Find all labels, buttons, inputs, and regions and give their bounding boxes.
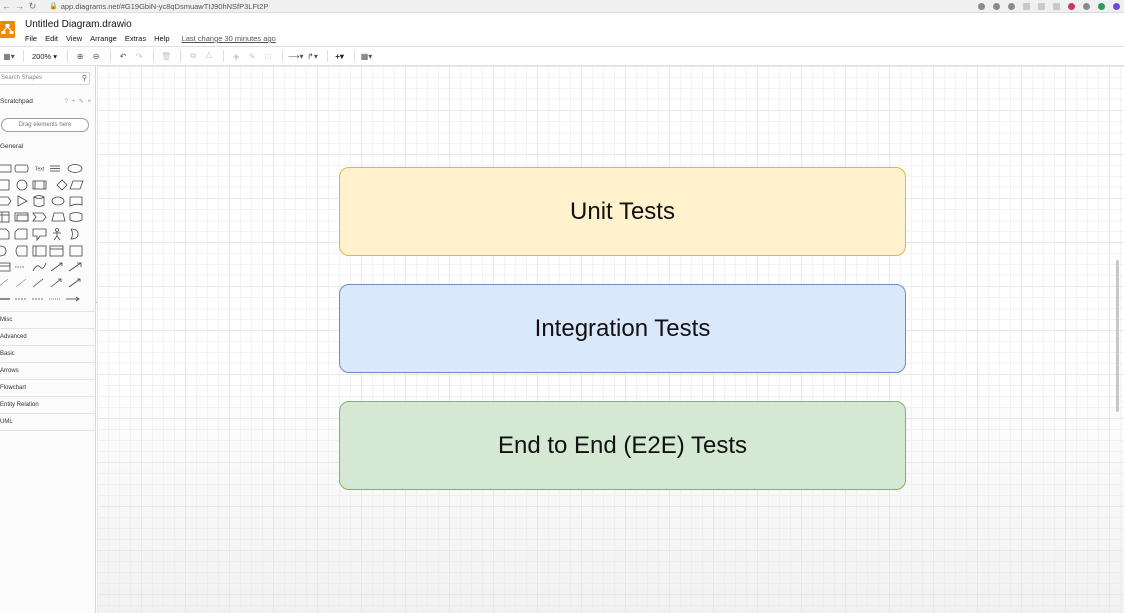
category-arrows[interactable]: Arrows: [0, 362, 95, 379]
general-section-header[interactable]: General: [0, 143, 23, 150]
address-bar[interactable]: 🔒 app.diagrams.net/#G19GbiN-yc8qDsmuawTI…: [49, 2, 978, 11]
zoom-select[interactable]: 200% ▾: [29, 49, 60, 63]
insert-icon[interactable]: +▾: [333, 49, 347, 63]
extension-icon[interactable]: [1008, 2, 1015, 10]
undo-icon[interactable]: ↶: [116, 49, 130, 63]
zoom-in-icon[interactable]: ⊕: [73, 49, 87, 63]
to-front-icon[interactable]: ⧉: [186, 49, 200, 63]
menu-arrange[interactable]: Arrange: [90, 34, 117, 43]
extension-icon[interactable]: [1113, 2, 1120, 10]
menu-edit[interactable]: Edit: [45, 34, 58, 43]
category-misc[interactable]: Misc: [0, 311, 95, 328]
extension-icon[interactable]: [1068, 2, 1075, 10]
scratchpad-dropzone[interactable]: Drag elements here: [1, 118, 89, 132]
scratchpad-title: Scratchpad: [0, 98, 33, 105]
integration-tests-label: Integration Tests: [534, 314, 711, 342]
menu-extras[interactable]: Extras: [125, 34, 146, 43]
toolbar-divider: [153, 50, 155, 62]
toolbar: ▦▾ 200% ▾ ⊕ ⊖ ↶ ↷ 🗑 ⧉ ⧊ ◈ ✎ □ ⟶▾ ↱▾ +▾ ▦…: [0, 46, 1124, 66]
diagram-canvas[interactable]: Unit Tests Integration Tests End to End …: [97, 66, 1124, 613]
toolbar-divider: [110, 50, 112, 62]
search-placeholder: Search Shapes: [1, 75, 43, 81]
toolbar-divider: [282, 50, 284, 62]
search-icon[interactable]: ⚲: [82, 73, 87, 84]
menu-file[interactable]: File: [25, 34, 37, 43]
waypoints-icon[interactable]: ↱▾: [306, 49, 320, 63]
extension-icon[interactable]: [1053, 2, 1060, 10]
vertical-scrollbar[interactable]: [1116, 260, 1119, 412]
search-input[interactable]: Search Shapes ⚲: [0, 72, 90, 85]
shapes-sidebar: Search Shapes ⚲ Scratchpad ? + ✎ × Drag …: [0, 66, 96, 613]
lock-icon: 🔒: [49, 3, 58, 10]
e2e-tests-shape[interactable]: End to End (E2E) Tests: [339, 401, 906, 490]
unit-tests-shape[interactable]: Unit Tests: [339, 167, 906, 256]
url-text: app.diagrams.net/#G19GbiN-yc8qDsmuawTIJ9…: [60, 1, 269, 11]
to-back-icon[interactable]: ⧊: [202, 49, 216, 63]
category-entity-relation[interactable]: Entity Relation: [0, 396, 95, 413]
app-header: Untitled Diagram.drawio File Edit View A…: [0, 13, 1124, 46]
download-icon[interactable]: [978, 2, 985, 10]
last-change-link[interactable]: Last change 30 minutes ago: [182, 34, 276, 43]
category-flowchart[interactable]: Flowchart: [0, 379, 95, 396]
browser-toolbar: ← → ↻ 🔒 app.diagrams.net/#G19GbiN-yc8qDs…: [0, 0, 1124, 13]
fill-color-icon[interactable]: ◈: [229, 49, 243, 63]
extension-icon[interactable]: [1083, 2, 1090, 10]
toolbar-divider: [326, 50, 328, 62]
format-panel-icon[interactable]: ▦▾: [2, 49, 16, 63]
category-uml[interactable]: UML: [0, 413, 95, 430]
extension-icons: [978, 2, 1120, 10]
shape-text-label: Text: [35, 167, 45, 173]
category-basic[interactable]: Basic: [0, 345, 95, 362]
category-advanced[interactable]: Advanced: [0, 328, 95, 345]
scratchpad-header[interactable]: Scratchpad ? + ✎ ×: [0, 98, 92, 105]
toolbar-divider: [180, 50, 182, 62]
e2e-tests-label: End to End (E2E) Tests: [497, 431, 748, 459]
zoom-value: 200%: [32, 51, 52, 61]
line-color-icon[interactable]: ✎: [245, 49, 259, 63]
integration-tests-shape[interactable]: Integration Tests: [339, 284, 906, 373]
scratchpad-tools-icon[interactable]: ? + ✎ ×: [65, 98, 92, 105]
general-shapes-palette[interactable]: Text: [0, 159, 88, 304]
extension-icon[interactable]: [1023, 2, 1030, 10]
menu-bar: File Edit View Arrange Extras Help Last …: [25, 34, 276, 43]
sidebar-divider: [0, 430, 95, 431]
connection-icon[interactable]: ⟶▾: [288, 49, 303, 63]
redo-icon[interactable]: ↷: [132, 49, 146, 63]
drawio-logo-icon: [0, 21, 15, 38]
delete-icon[interactable]: 🗑: [159, 49, 173, 63]
shadow-icon[interactable]: □: [261, 49, 275, 63]
zoom-out-icon[interactable]: ⊖: [89, 49, 103, 63]
grammarly-icon[interactable]: [1098, 2, 1105, 10]
menu-help[interactable]: Help: [154, 34, 169, 43]
document-title[interactable]: Untitled Diagram.drawio: [25, 19, 132, 30]
toolbar-divider: [223, 50, 225, 62]
table-icon[interactable]: ▦▾: [360, 49, 374, 63]
forward-icon[interactable]: →: [13, 0, 26, 13]
toolbar-divider: [23, 50, 24, 62]
unit-tests-label: Unit Tests: [570, 197, 675, 225]
toolbar-divider: [67, 50, 69, 62]
back-icon[interactable]: ←: [0, 0, 13, 13]
toolbar-divider: [353, 50, 355, 62]
star-icon[interactable]: [993, 2, 1000, 10]
reload-icon[interactable]: ↻: [26, 0, 39, 13]
extension-icon[interactable]: [1038, 2, 1045, 10]
menu-view[interactable]: View: [66, 34, 82, 43]
